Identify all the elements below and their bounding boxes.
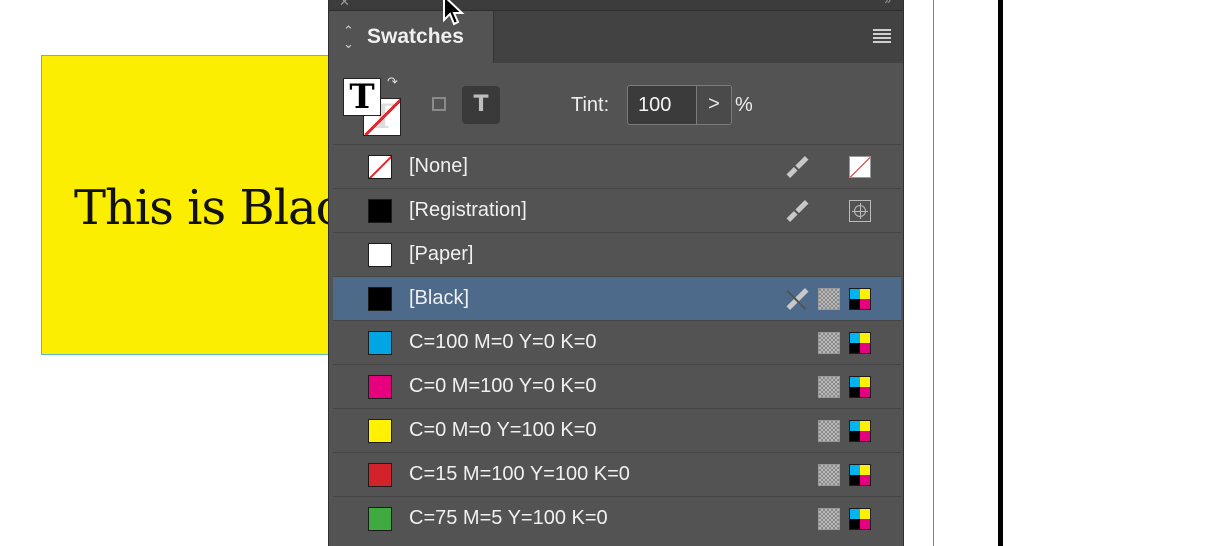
swatch-row[interactable]: [Paper]: [333, 232, 901, 276]
process-color-icon: [818, 464, 840, 486]
non-editable-pencil-icon: [785, 199, 809, 223]
swatch-name: C=0 M=100 Y=0 K=0: [409, 375, 597, 397]
swatch-name: C=15 M=100 Y=100 K=0: [409, 463, 630, 485]
cmyk-mode-icon: [849, 332, 871, 354]
swatch-row[interactable]: C=15 M=100 Y=100 K=0: [333, 452, 901, 496]
mouse-cursor-icon: [443, 0, 465, 26]
swatch-row[interactable]: C=75 M=5 Y=100 K=0: [333, 496, 901, 540]
close-icon[interactable]: ✕: [339, 0, 350, 10]
swatch-name: [Registration]: [409, 199, 527, 221]
swatch-row[interactable]: C=0 M=100 Y=0 K=0: [333, 364, 901, 408]
process-color-icon: [818, 420, 840, 442]
cmyk-mode-icon: [849, 508, 871, 530]
process-color-icon: [818, 288, 840, 310]
formatting-affects-container-icon[interactable]: [432, 97, 446, 111]
swatch-name: C=100 M=0 Y=0 K=0: [409, 331, 597, 353]
swatch-name: [Paper]: [409, 243, 474, 265]
tint-slider-toggle[interactable]: >: [696, 85, 732, 125]
registration-crosshair: [852, 211, 868, 212]
swatch-chip: [368, 463, 392, 487]
swatch-chip: [368, 155, 392, 179]
swap-arrow-icon[interactable]: ↷: [387, 74, 398, 90]
swatch-row[interactable]: [Registration]: [333, 188, 901, 232]
stepper-arrows-icon[interactable]: ⌃ ⌄: [343, 24, 354, 50]
fill-stroke-proxy: T T ↷: [343, 74, 403, 138]
swatch-chip: [368, 375, 392, 399]
swatch-row[interactable]: C=100 M=0 Y=0 K=0: [333, 320, 901, 364]
cmyk-mode-icon: [849, 376, 871, 398]
yellow-text-frame[interactable]: This is Black: [41, 55, 341, 355]
tint-input[interactable]: [627, 85, 697, 125]
non-editable-pencil-icon: [785, 287, 809, 311]
registration-target-icon: [849, 200, 871, 222]
panel-tab-strip: ⌃ ⌄ Swatches: [329, 11, 903, 63]
panel-title: Swatches: [367, 25, 464, 48]
swatch-row[interactable]: [None]: [333, 144, 901, 188]
process-color-icon: [818, 332, 840, 354]
swatch-row[interactable]: [Black]: [333, 276, 901, 320]
process-color-icon: [818, 508, 840, 530]
swatch-name: [None]: [409, 155, 468, 177]
swatch-name: C=75 M=5 Y=100 K=0: [409, 507, 608, 529]
swatch-name: C=0 M=0 Y=100 K=0: [409, 419, 597, 441]
margin-guide: [933, 0, 934, 546]
fill-box[interactable]: T: [343, 78, 381, 116]
swatch-name: [Black]: [409, 287, 470, 309]
swatch-chip: [368, 287, 392, 311]
swatch-row[interactable]: C=0 M=0 Y=100 K=0: [333, 408, 901, 452]
none-color-icon: [849, 156, 871, 178]
process-color-icon: [818, 376, 840, 398]
cmyk-mode-icon: [849, 288, 871, 310]
swatch-list: [None] [Registration] [Paper] [Black] C=100 …: [333, 144, 901, 540]
panel-menu-icon[interactable]: [873, 29, 891, 43]
swatch-chip: [368, 419, 392, 443]
cmyk-mode-icon: [849, 420, 871, 442]
cmyk-mode-icon: [849, 464, 871, 486]
page-edge: [998, 0, 1003, 546]
formatting-affects-text-button[interactable]: T: [462, 86, 500, 124]
swatch-chip: [368, 243, 392, 267]
panel-title-bar[interactable]: ✕ »: [329, 0, 903, 11]
swatch-chip: [368, 199, 392, 223]
swatch-chip: [368, 507, 392, 531]
non-editable-pencil-icon: [785, 155, 809, 179]
collapse-icon[interactable]: »: [884, 0, 891, 7]
swatch-chip: [368, 331, 392, 355]
frame-text[interactable]: This is Black: [74, 180, 340, 236]
tab-swatches[interactable]: ⌃ ⌄ Swatches: [329, 11, 494, 63]
tint-label: Tint:: [571, 94, 610, 116]
swatches-panel: ✕ » ⌃⌄ Swatches T T ↷ T Tint: > % [None]…: [328, 0, 904, 546]
tint-unit: %: [735, 94, 753, 116]
